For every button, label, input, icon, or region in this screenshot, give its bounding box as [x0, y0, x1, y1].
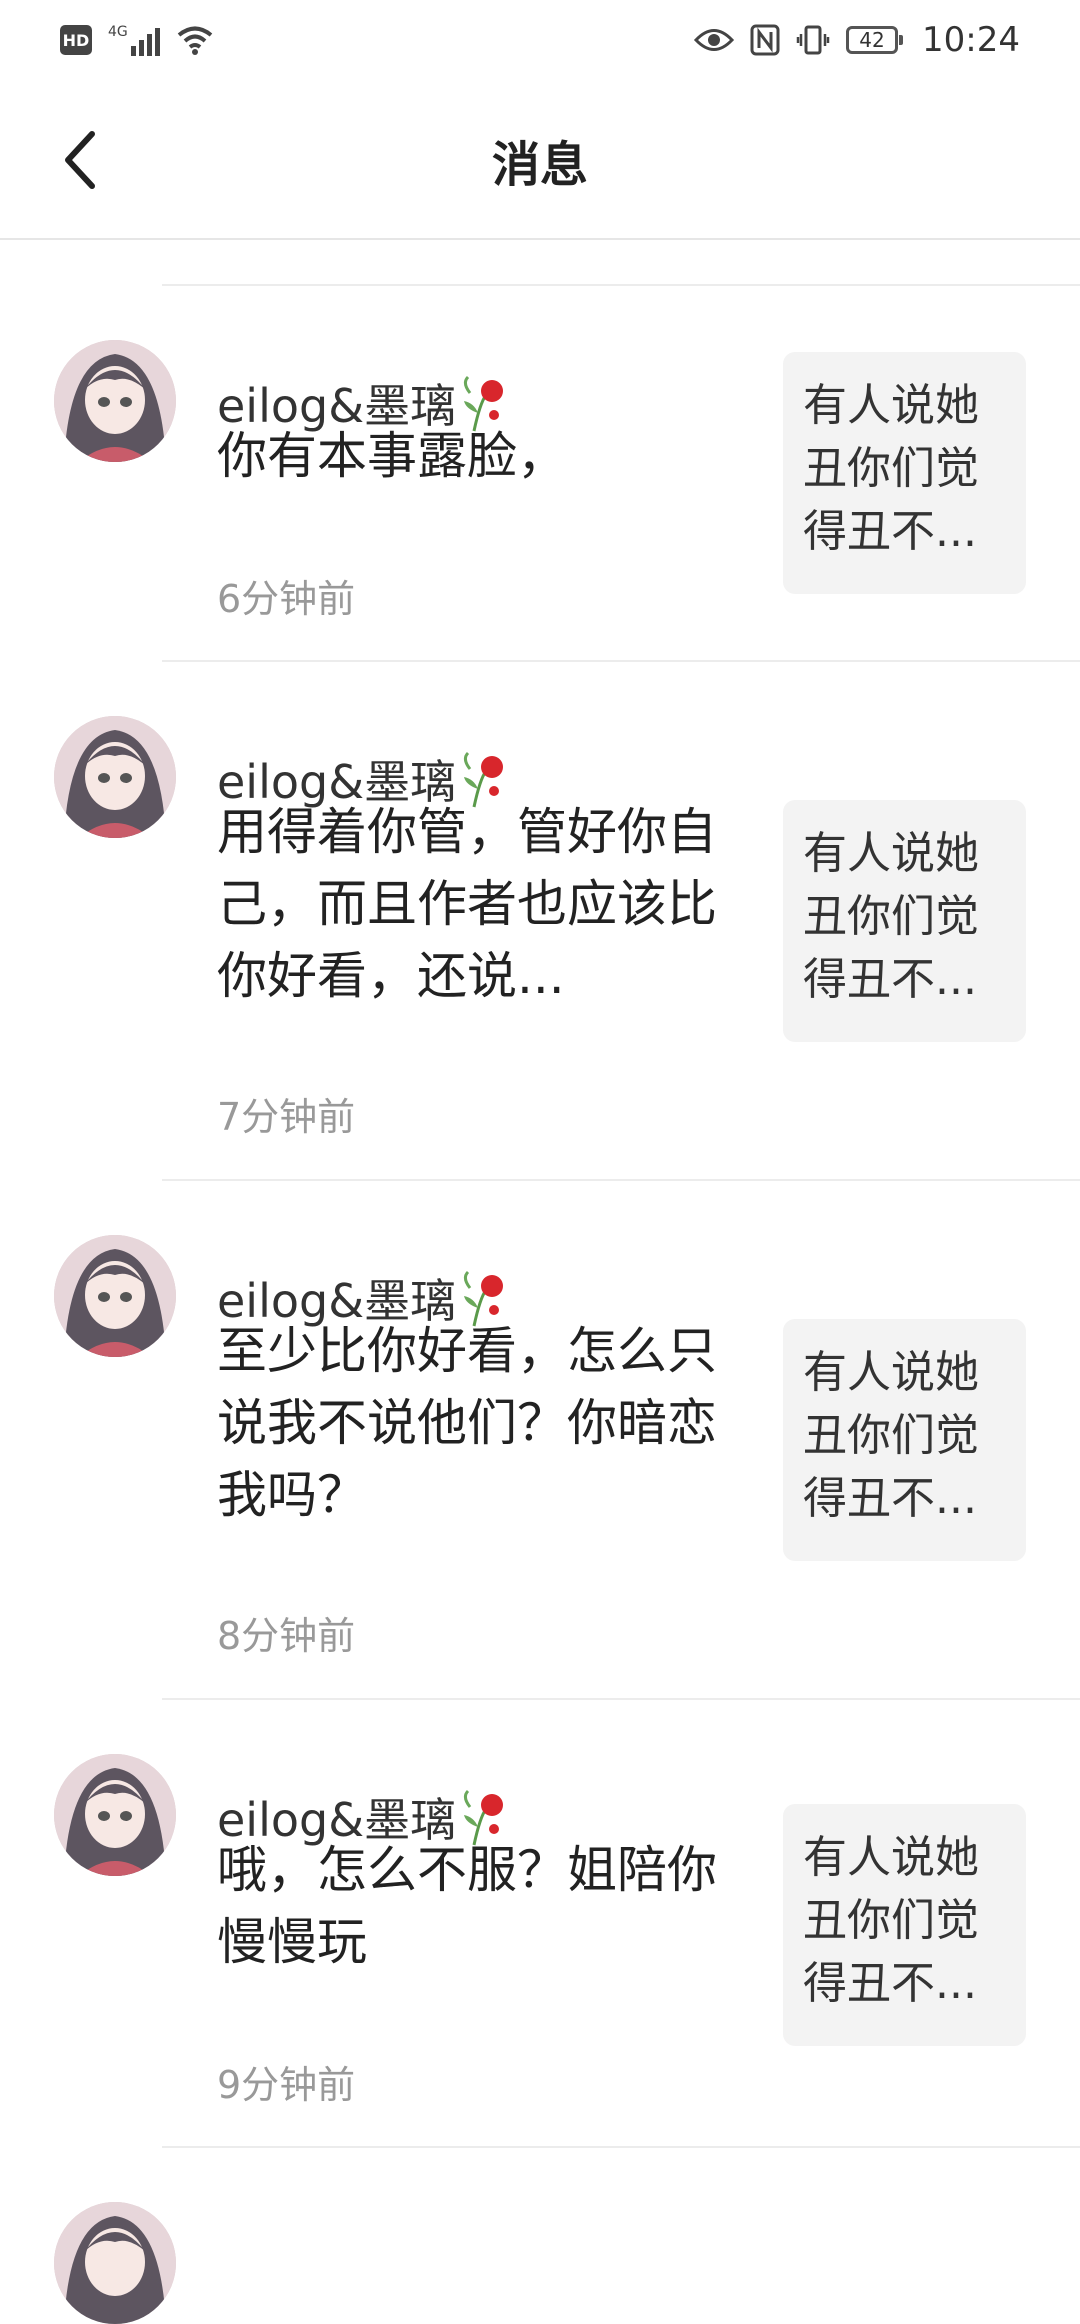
divider [162, 1179, 1080, 1181]
comment-text: 至少比你好看，怎么只说我不说他们？你暗恋我吗？ [217, 1322, 717, 1524]
cellular-signal-icon: 4G [108, 24, 160, 56]
avatar[interactable] [54, 2202, 176, 2324]
timestamp: 6分钟前 [217, 577, 356, 621]
post-preview[interactable]: 有人说她丑你们觉得丑不... [783, 352, 1026, 594]
comment-text: 用得着你管，管好你自己，而且作者也应该比你好看，还说... [217, 803, 717, 1005]
comment-text: 你有本事露脸， [217, 427, 567, 485]
timestamp: 9分钟前 [217, 2063, 356, 2107]
status-right: 42 10:24 [694, 20, 1020, 60]
avatar[interactable] [54, 716, 176, 838]
avatar[interactable] [54, 340, 176, 462]
avatar[interactable] [54, 1235, 176, 1357]
status-left: HD 4G [60, 24, 214, 56]
app-header: 消息 [0, 80, 1080, 240]
chevron-left-icon [65, 131, 95, 189]
clock: 10:24 [922, 20, 1020, 60]
divider [162, 1698, 1080, 1700]
hd-icon: HD [60, 25, 92, 55]
post-preview[interactable]: 有人说她丑你们觉得丑不... [783, 800, 1026, 1042]
post-preview[interactable]: 有人说她丑你们觉得丑不... [783, 1804, 1026, 2046]
back-button[interactable] [50, 120, 110, 200]
timestamp: 7分钟前 [217, 1095, 356, 1139]
divider [162, 284, 1080, 286]
network-type: 4G [108, 24, 128, 40]
battery-icon: 42 [846, 26, 904, 54]
vibrate-icon [796, 25, 830, 55]
page-title: 消息 [491, 137, 588, 193]
comment-text: 哦，怎么不服？姐陪你慢慢玩 [217, 1841, 717, 1971]
timestamp: 8分钟前 [217, 1614, 356, 1658]
post-preview[interactable]: 有人说她丑你们觉得丑不... [783, 1319, 1026, 1561]
avatar[interactable] [54, 1754, 176, 1876]
eye-comfort-icon [694, 29, 735, 51]
battery-level: 42 [859, 28, 885, 52]
nfc-icon [750, 24, 780, 56]
status-bar: HD 4G 42 10:24 [0, 0, 1080, 80]
divider [162, 2146, 1080, 2148]
wifi-icon [177, 26, 213, 55]
divider [162, 660, 1080, 662]
